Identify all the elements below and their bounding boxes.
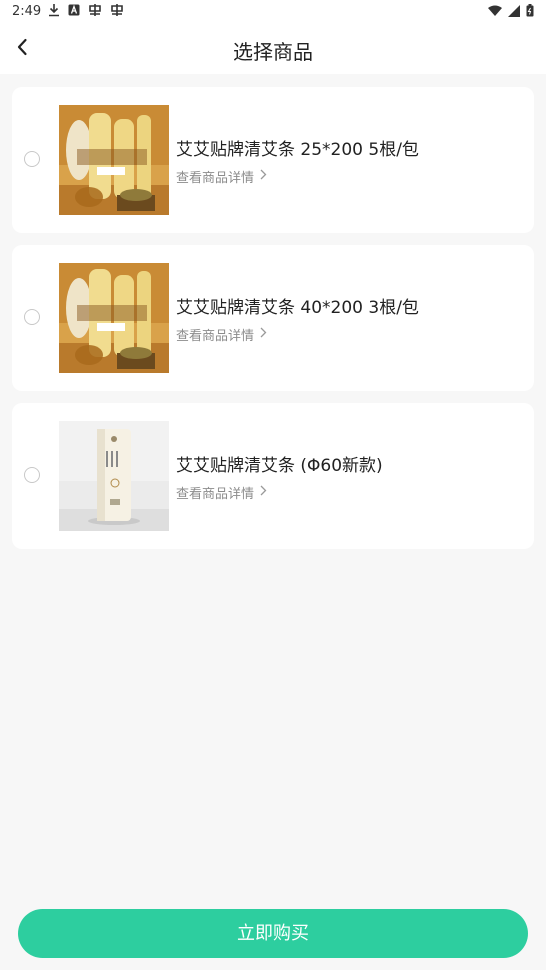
product-image[interactable]: [59, 105, 169, 215]
product-radio[interactable]: [24, 309, 40, 325]
page-title: 选择商品: [233, 40, 313, 64]
product-name: 艾艾贴牌清艾条 (Φ60新款): [176, 456, 383, 476]
status-left-icons: [48, 3, 124, 21]
navigation-bar: 选择商品: [0, 24, 546, 74]
product-name: 艾艾贴牌清艾条 25*200 5根/包: [176, 140, 419, 160]
view-detail-link[interactable]: 查看商品详情: [176, 483, 267, 502]
product-list: 艾艾贴牌清艾条 25*200 5根/包 查看商品详情 艾艾贴牌清艾条 40*20…: [12, 87, 534, 561]
chevron-right-icon: [260, 485, 267, 500]
buy-now-button[interactable]: 立即购买: [18, 909, 528, 958]
product-radio[interactable]: [24, 467, 40, 483]
app-icon: [110, 3, 124, 21]
product-card[interactable]: 艾艾贴牌清艾条 40*200 3根/包 查看商品详情: [12, 245, 534, 391]
status-bar: 2:49: [0, 0, 546, 24]
status-time: 2:49: [12, 4, 42, 19]
chevron-right-icon: [260, 327, 267, 342]
view-detail-link[interactable]: 查看商品详情: [176, 325, 267, 344]
battery-icon: [526, 4, 534, 21]
signal-icon: [508, 4, 520, 21]
status-right-icons: [488, 4, 534, 21]
chevron-right-icon: [260, 169, 267, 184]
product-card[interactable]: 艾艾贴牌清艾条 (Φ60新款) 查看商品详情: [12, 403, 534, 549]
wifi-icon: [488, 5, 502, 21]
product-image[interactable]: [59, 421, 169, 531]
a-badge-icon: [68, 4, 80, 20]
view-detail-link[interactable]: 查看商品详情: [176, 167, 267, 186]
product-name: 艾艾贴牌清艾条 40*200 3根/包: [176, 298, 419, 318]
product-card[interactable]: 艾艾贴牌清艾条 25*200 5根/包 查看商品详情: [12, 87, 534, 233]
download-icon: [48, 3, 60, 21]
view-detail-label: 查看商品详情: [176, 171, 255, 186]
view-detail-label: 查看商品详情: [176, 329, 255, 344]
app-icon: [88, 3, 102, 21]
product-image[interactable]: [59, 263, 169, 373]
view-detail-label: 查看商品详情: [176, 487, 255, 502]
product-radio[interactable]: [24, 151, 40, 167]
